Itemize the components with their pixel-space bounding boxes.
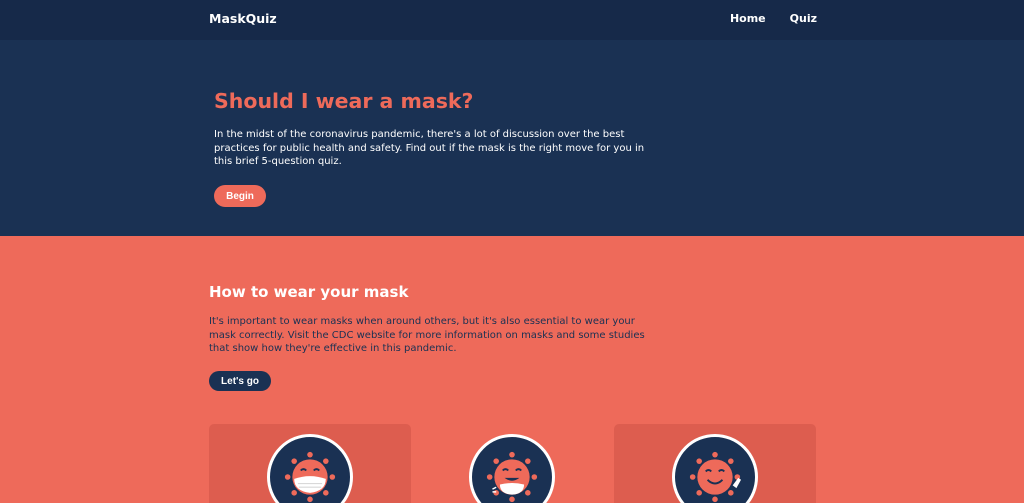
nav-links: Home Quiz: [730, 12, 817, 25]
nav-link-home[interactable]: Home: [730, 12, 766, 25]
virus-with-chin-mask-icon: [469, 434, 555, 503]
hero-section: Should I wear a mask? In the midst of th…: [0, 40, 1024, 236]
hero-title: Should I wear a mask?: [214, 89, 474, 113]
hero-description: In the midst of the coronavirus pandemic…: [214, 129, 645, 167]
mask-card-2[interactable]: [411, 424, 613, 503]
virus-with-mask-icon: [267, 434, 353, 503]
top-navbar: MaskQuiz Home Quiz: [0, 0, 1024, 40]
mask-info-section: How to wear your mask It's important to …: [0, 236, 1024, 503]
lets-go-button[interactable]: Let's go: [209, 371, 271, 391]
virus-waving-icon: [672, 434, 758, 503]
nav-link-quiz[interactable]: Quiz: [790, 12, 817, 25]
brand-logo[interactable]: MaskQuiz: [209, 11, 277, 26]
mask-card-3[interactable]: [614, 424, 816, 503]
section-description: It's important to wear masks when around…: [209, 316, 645, 354]
begin-button[interactable]: Begin: [214, 185, 266, 207]
section-title: How to wear your mask: [209, 283, 409, 301]
mask-card-1[interactable]: [209, 424, 411, 503]
